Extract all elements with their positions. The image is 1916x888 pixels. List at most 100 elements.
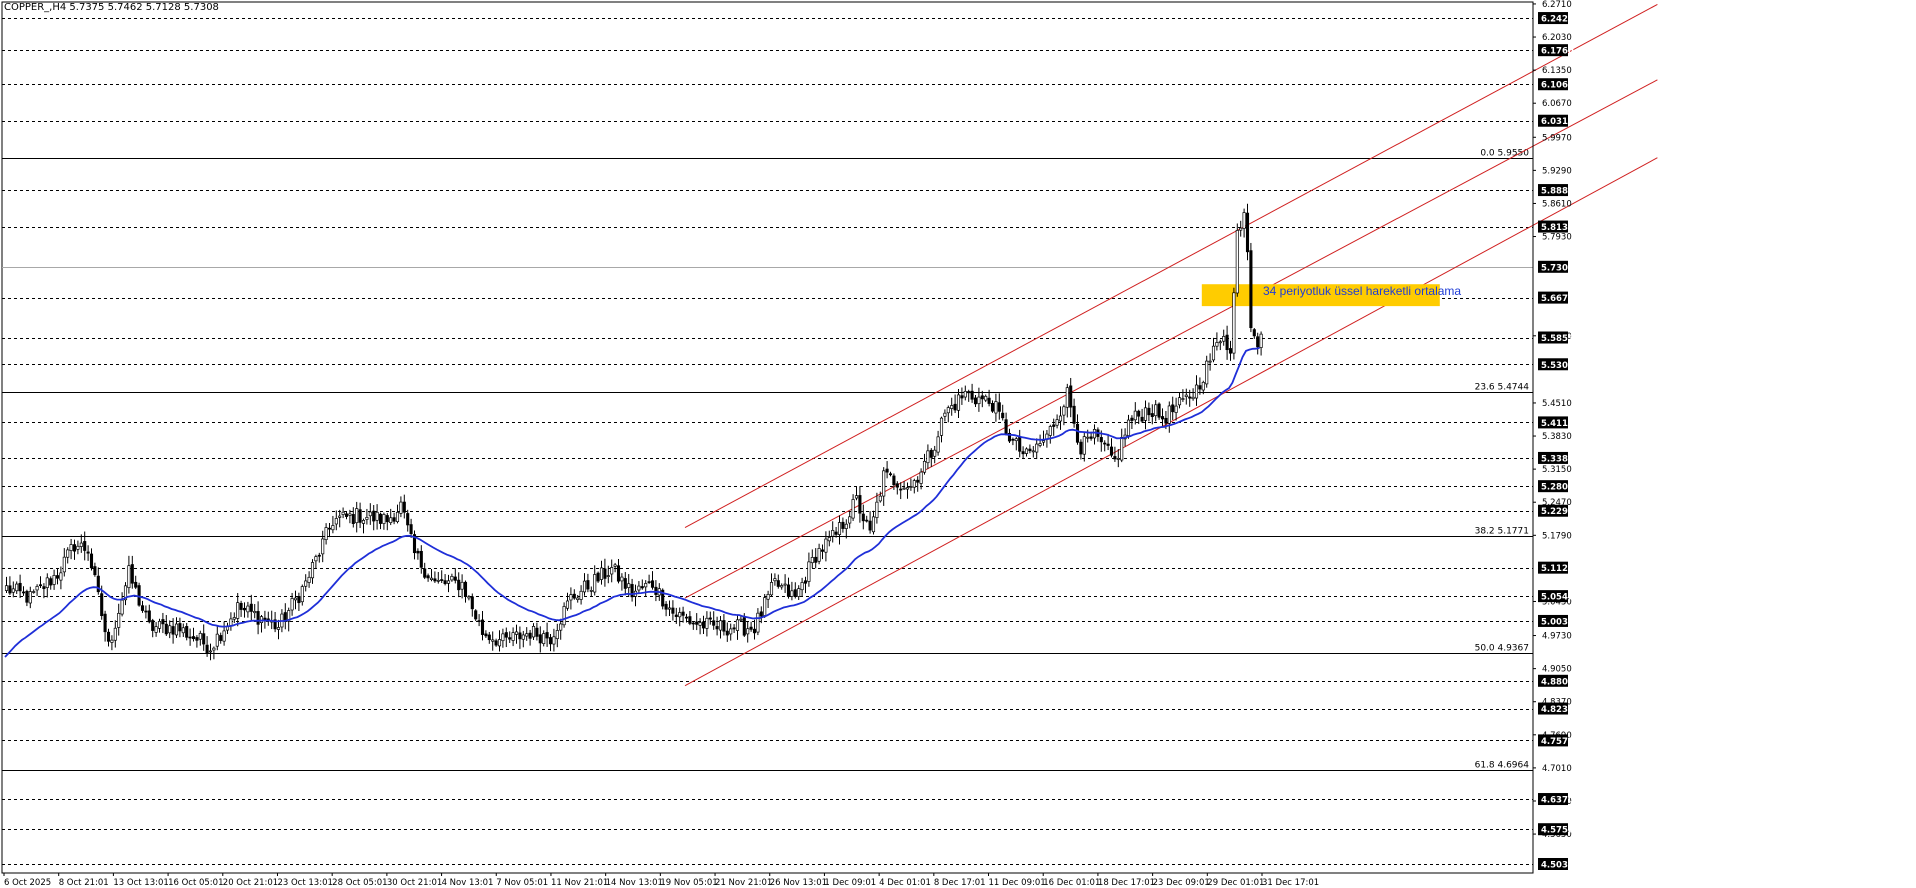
- time-tick-label: 23 Dec 09:01: [1153, 878, 1210, 888]
- plot-frame: [1, 1, 1534, 874]
- candle-body: [854, 495, 859, 499]
- candle-body: [307, 576, 311, 583]
- price-label: 5.7308: [1541, 263, 1574, 273]
- candle-body: [443, 580, 447, 585]
- candle-body: [565, 600, 570, 609]
- candle-body: [933, 449, 937, 457]
- candle-body: [511, 632, 515, 641]
- candle-body: [644, 583, 648, 588]
- candle-body: [579, 590, 583, 600]
- candle-body: [616, 565, 621, 582]
- candle-body: [392, 517, 396, 522]
- time-tick-label: 19 Nov 05:01: [660, 878, 717, 888]
- candle-body: [161, 619, 165, 625]
- time-tick-label: 16 Dec 01:01: [1043, 878, 1100, 888]
- candle-body: [980, 395, 984, 400]
- channel-line-upper: [684, 3, 1658, 528]
- candle-body: [882, 470, 886, 497]
- candle-body: [939, 417, 944, 436]
- candle-body: [1184, 394, 1188, 397]
- candle-body: [895, 483, 899, 488]
- candle-body: [1035, 443, 1039, 453]
- candle-body: [1116, 457, 1120, 460]
- candle-body: [752, 628, 757, 634]
- time-tick-label: 8 Dec 17:01: [934, 878, 986, 888]
- candle-body: [797, 588, 801, 597]
- candle-body: [922, 460, 927, 473]
- candle-body: [943, 412, 947, 417]
- candle-body: [1014, 438, 1018, 442]
- price-label: 5.2800: [1541, 483, 1574, 493]
- candle-body: [181, 627, 185, 634]
- candle-body: [59, 572, 63, 581]
- candle-body: [984, 395, 988, 401]
- candle-body: [1137, 410, 1141, 417]
- candle-body: [691, 622, 695, 625]
- candle-body: [1062, 406, 1066, 416]
- chart-area[interactable]: 0.0 5.9550 23.6 5.4744 38.2 5.1771 50.0 4.9…: [0, 0, 1916, 888]
- candle-body: [990, 403, 995, 412]
- time-tick-label: 18 Dec 17:01: [1098, 878, 1155, 888]
- candle-body: [1109, 446, 1114, 456]
- candle-body: [559, 623, 563, 631]
- price-label: 5.8135: [1541, 223, 1574, 233]
- candle-body: [100, 593, 104, 617]
- candle-body: [484, 633, 488, 637]
- candle-body: [1092, 429, 1097, 439]
- candle-body: [899, 488, 903, 491]
- candle-body: [695, 621, 699, 625]
- candle-body: [1194, 384, 1199, 399]
- price-label: 5.6675: [1541, 294, 1574, 304]
- candle-body: [1065, 387, 1069, 408]
- price-label: 6.1760: [1541, 47, 1574, 57]
- candle-body: [433, 578, 437, 582]
- candle-body: [310, 562, 315, 579]
- candle-body: [185, 626, 189, 638]
- candle-body: [290, 598, 294, 611]
- candle-body: [351, 514, 355, 524]
- candle-body: [52, 575, 56, 585]
- candle-body: [630, 584, 634, 598]
- candle-body: [215, 633, 219, 647]
- candle-body: [1143, 407, 1148, 421]
- candle-body: [1252, 329, 1256, 337]
- candle-body: [297, 596, 301, 604]
- price-tick-label: 5.3150: [1542, 465, 1572, 475]
- candle-body: [878, 495, 882, 502]
- price-label: 5.1125: [1541, 564, 1574, 574]
- price-chart-svg[interactable]: 0.0 5.9550 23.6 5.4744 38.2 5.1771 50.0 4.9…: [0, 0, 1916, 888]
- candle-body: [518, 632, 522, 640]
- candle-body: [385, 515, 389, 523]
- candle-body: [950, 405, 954, 409]
- candle-body: [446, 580, 451, 584]
- candle-body: [718, 620, 723, 631]
- candle-body: [487, 634, 491, 641]
- candle-body: [1157, 403, 1161, 418]
- level-lines: 0.0 5.9550 23.6 5.4744 38.2 5.1771 50.0 4.9…: [1, 1, 1534, 874]
- candle-body: [1058, 415, 1063, 422]
- time-tick-label: 7 Nov 05:01: [496, 878, 548, 888]
- time-tick-label: 29 Dec 01:01: [1207, 878, 1264, 888]
- candle-body: [586, 580, 590, 590]
- price-label: 4.6370: [1541, 796, 1574, 806]
- time-tick-label: 26 Nov 13:01: [770, 878, 827, 888]
- price-tick-label: 4.7010: [1542, 764, 1572, 774]
- candle-body: [902, 487, 906, 490]
- candlesticks: [4, 203, 1263, 661]
- candle-body: [776, 580, 780, 587]
- candle-body: [997, 402, 1001, 412]
- candle-body: [429, 577, 434, 581]
- candle-body: [188, 636, 192, 639]
- candle-body: [684, 616, 689, 619]
- candle-body: [1205, 360, 1209, 385]
- candle-body: [324, 527, 328, 541]
- candle-body: [769, 582, 774, 596]
- candle-body: [936, 436, 940, 453]
- time-tick-label: 31 Dec 17:01: [1262, 878, 1319, 888]
- candle-body: [25, 590, 29, 603]
- candle-body: [154, 626, 158, 633]
- candle-body: [246, 605, 250, 613]
- price-label: 5.2295: [1541, 507, 1574, 517]
- time-tick-label: 28 Oct 05:01: [332, 878, 387, 888]
- time-tick-label: 20 Oct 21:01: [223, 878, 278, 888]
